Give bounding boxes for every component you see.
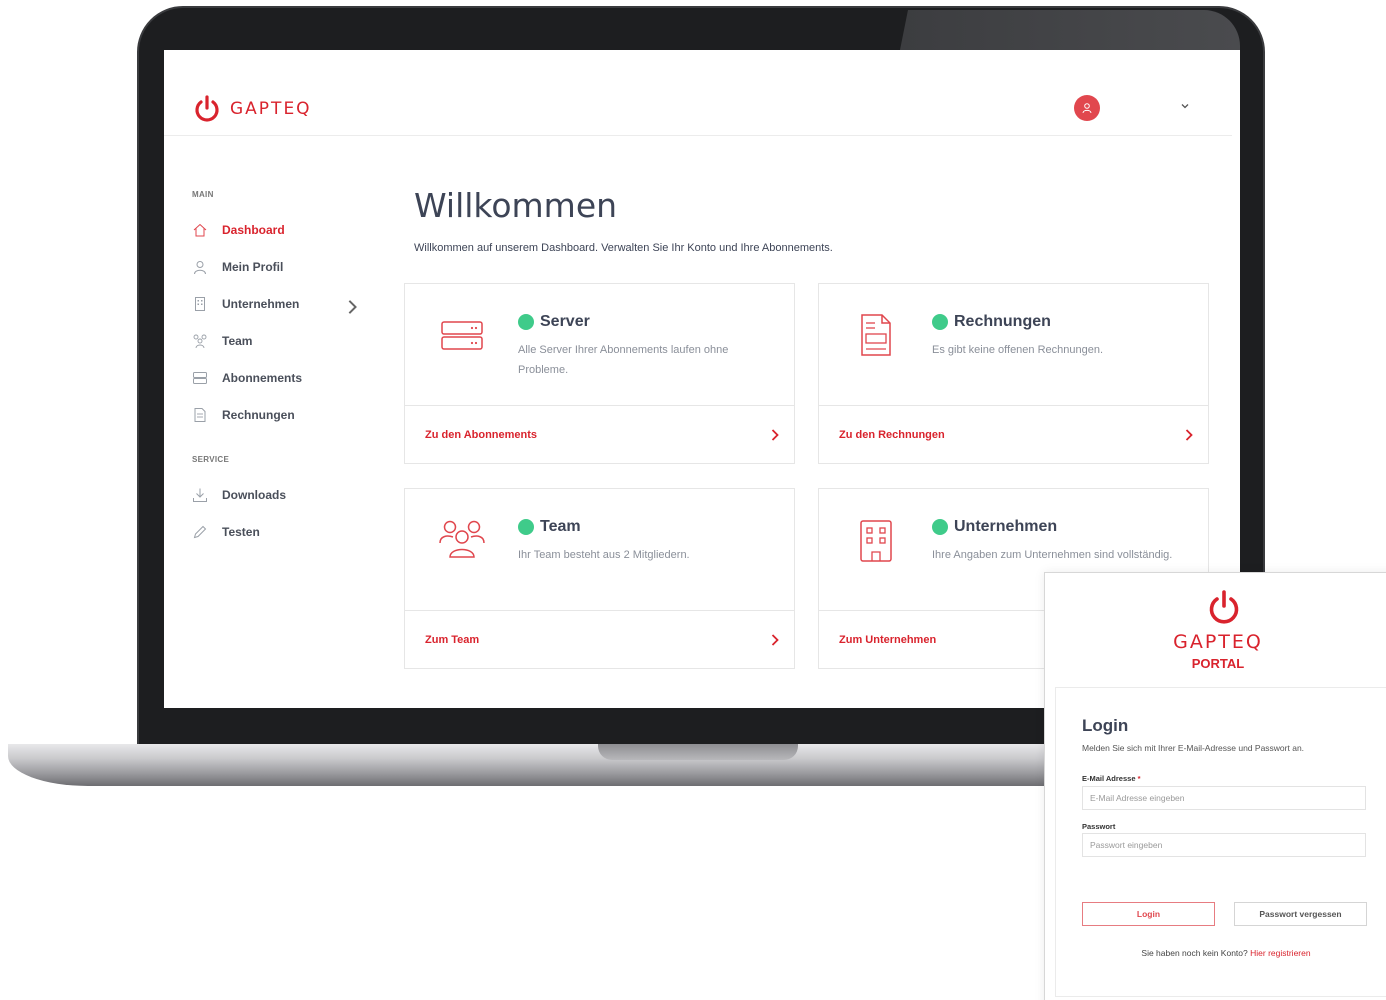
card-text: Alle Server Ihrer Abonnements laufen ohn… <box>518 344 729 376</box>
chevron-right-icon[interactable] <box>1184 428 1194 442</box>
user-icon <box>194 260 206 274</box>
status-indicator <box>518 314 534 330</box>
brand-name: GAPTEQ <box>230 99 312 119</box>
invoices-link[interactable]: Zu den Rechnungen <box>839 429 945 441</box>
sidebar-item-profile[interactable]: Mein Profil <box>192 248 372 285</box>
sidebar-item-label: Abonnements <box>222 370 303 385</box>
status-indicator <box>932 519 948 535</box>
company-link[interactable]: Zum Unternehmen <box>839 634 936 646</box>
team-icon <box>439 520 485 558</box>
card-title: Unternehmen <box>932 518 1057 536</box>
sidebar-item-team[interactable]: Team <box>192 322 372 359</box>
card-footer[interactable]: Zu den Rechnungen <box>819 405 1208 464</box>
card-invoices: Rechnungen Es gibt keine offenen Rechnun… <box>818 283 1209 464</box>
register-text: Sie haben noch kein Konto? <box>1141 948 1248 958</box>
login-description: Melden Sie sich mit Ihrer E-Mail-Adresse… <box>1082 743 1305 753</box>
portal-subtitle: PORTAL <box>1191 656 1245 671</box>
user-icon <box>1082 103 1092 114</box>
team-link[interactable]: Zum Team <box>425 634 479 646</box>
card-title-text: Rechnungen <box>954 313 1051 330</box>
sidebar-item-label: Dashboard <box>222 222 285 237</box>
card-title-text: Server <box>540 313 590 330</box>
login-title: Login <box>1082 716 1129 735</box>
forgot-password-button[interactable]: Passwort vergessen <box>1234 902 1367 926</box>
sidebar-item-invoices[interactable]: Rechnungen <box>192 396 372 433</box>
card-text: Ihre Angaben zum Unternehmen sind vollst… <box>932 549 1173 561</box>
power-logo-icon <box>1209 590 1239 624</box>
sidebar-section-main: MAIN <box>192 190 214 199</box>
sidebar-item-label: Mein Profil <box>222 259 284 274</box>
top-bar: GAPTEQ <box>164 50 1232 136</box>
sidebar-item-subscriptions[interactable]: Abonnements <box>192 359 372 396</box>
card-footer[interactable]: Zum Team <box>405 610 794 669</box>
email-label-text: E-Mail Adresse <box>1082 774 1136 783</box>
register-prompt: Sie haben noch kein Konto? Hier registri… <box>1056 948 1386 958</box>
card-title-text: Team <box>540 518 581 535</box>
sidebar-item-test[interactable]: Testen <box>192 513 372 550</box>
card-title: Server <box>518 313 590 331</box>
server-icon <box>441 321 483 350</box>
chevron-down-icon[interactable] <box>1180 101 1190 111</box>
card-title: Rechnungen <box>932 313 1051 331</box>
portal-brand-name: GAPTEQ <box>1173 631 1263 653</box>
brand-logo[interactable]: GAPTEQ <box>192 94 312 124</box>
download-icon <box>193 488 207 502</box>
sidebar-item-company[interactable]: Unternehmen <box>192 285 372 322</box>
sidebar-item-dashboard[interactable]: Dashboard <box>192 211 372 248</box>
sidebar-item-label: Team <box>222 333 253 348</box>
card-title-text: Unternehmen <box>954 518 1058 535</box>
invoice-icon <box>861 314 891 356</box>
laptop-notch <box>598 744 798 760</box>
building-icon <box>860 520 892 562</box>
home-icon <box>193 223 207 236</box>
required-marker: * <box>1137 774 1141 783</box>
chevron-right-icon <box>348 300 357 314</box>
password-field[interactable] <box>1082 833 1366 857</box>
sidebar-item-label: Unternehmen <box>222 296 300 311</box>
card-title: Team <box>518 518 581 536</box>
chevron-right-icon[interactable] <box>770 428 780 442</box>
building-icon <box>195 296 205 311</box>
card-server: Server Alle Server Ihrer Abonnements lau… <box>404 283 795 464</box>
lid-glare <box>900 10 1240 50</box>
card-text: Ihr Team besteht aus 2 Mitgliedern. <box>518 549 690 561</box>
login-form: Login Melden Sie sich mit Ihrer E-Mail-A… <box>1055 687 1386 997</box>
subscriptions-link[interactable]: Zu den Abonnements <box>425 429 537 441</box>
card-footer[interactable]: Zu den Abonnements <box>405 405 794 464</box>
card-team: Team Ihr Team besteht aus 2 Mitgliedern.… <box>404 488 795 669</box>
page-title: Willkommen <box>414 186 618 225</box>
team-icon <box>193 334 207 348</box>
login-portal-panel: GAPTEQ PORTAL Login Melden Sie sich mit … <box>1044 572 1386 1000</box>
email-label: E-Mail Adresse * <box>1082 774 1141 783</box>
sidebar-item-label: Rechnungen <box>222 407 295 422</box>
user-avatar[interactable] <box>1074 95 1100 121</box>
sidebar-section-service: SERVICE <box>192 455 230 464</box>
server-icon <box>193 371 207 384</box>
pencil-icon <box>193 525 207 538</box>
sidebar-item-downloads[interactable]: Downloads <box>192 476 372 513</box>
page-subtitle: Willkommen auf unserem Dashboard. Verwal… <box>414 242 833 254</box>
status-indicator <box>932 314 948 330</box>
register-link[interactable]: Hier registrieren <box>1250 948 1310 958</box>
invoice-icon <box>194 407 206 422</box>
card-text: Es gibt keine offenen Rechnungen. <box>932 344 1104 356</box>
power-logo-icon <box>195 95 219 122</box>
status-indicator <box>518 519 534 535</box>
sidebar: MAIN Dashboard Mein Profil Unternehmen T… <box>192 190 372 550</box>
chevron-right-icon[interactable] <box>770 633 780 647</box>
email-field[interactable] <box>1082 786 1366 810</box>
sidebar-item-label: Testen <box>222 524 260 539</box>
login-button[interactable]: Login <box>1082 902 1215 926</box>
sidebar-item-label: Downloads <box>222 487 287 502</box>
password-label: Passwort <box>1082 822 1116 831</box>
